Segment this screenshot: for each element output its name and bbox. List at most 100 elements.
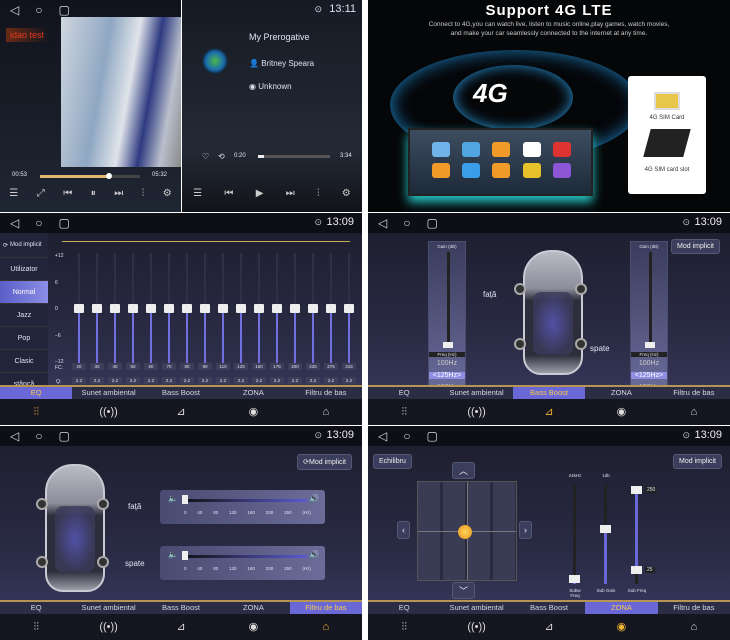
eq-slider-thumb[interactable] (200, 304, 210, 313)
front-filter-slider[interactable]: 🔈 🔊 0 40 80 120 160 200 250 (Hz) (160, 490, 325, 524)
preset-1[interactable]: Normal (0, 280, 48, 303)
eq-slider[interactable] (308, 253, 318, 365)
tab-eq[interactable]: EQ (368, 602, 440, 614)
eq-slider[interactable] (344, 253, 354, 365)
eq-slider[interactable] (110, 253, 120, 365)
tab-eq[interactable]: EQ (0, 602, 72, 614)
down-arrow-button[interactable]: ﹀ (452, 582, 476, 599)
zone-slider-track[interactable] (573, 484, 576, 584)
freq-option[interactable]: 100Hz (429, 360, 465, 367)
fullscreen-icon[interactable]: ⤢ (37, 188, 45, 199)
equalizer-icon[interactable]: ⫶⫶ (368, 399, 440, 425)
settings-icon[interactable]: ⚙ (163, 188, 172, 199)
menu-icon[interactable]: ☰ (193, 188, 202, 199)
surround-icon[interactable]: ((•)) (72, 614, 144, 640)
play-icon[interactable]: ▶ (256, 188, 264, 199)
rear-filter-slider[interactable]: 🔈 🔊 0 40 80 120 160 200 250 (Hz) (160, 546, 325, 580)
home-button[interactable]: ○ (35, 429, 42, 443)
back-button[interactable]: ◁ (10, 3, 19, 17)
home-button[interactable]: ○ (35, 216, 42, 230)
preset-3[interactable]: Pop (0, 326, 48, 349)
recents-button[interactable]: ▢ (426, 429, 437, 443)
tab-sunet-ambiental[interactable]: Sunet ambiental (440, 602, 512, 614)
reset-button[interactable]: ⟳Mod implicit (0, 233, 48, 257)
music-progress[interactable] (258, 155, 330, 158)
tab-eq[interactable]: EQ (0, 387, 73, 399)
bass-boost-icon[interactable]: ⊿ (145, 399, 217, 425)
pause-icon[interactable]: ⏸ (91, 188, 96, 199)
tab-sunet-ambiental[interactable]: Sunet ambiental (440, 387, 512, 399)
tab-bass-boost[interactable]: Bass Boost (512, 387, 586, 399)
zone-icon[interactable]: ◉ (217, 399, 289, 425)
freq-selected[interactable]: <125Hz> (429, 372, 465, 379)
bass-filter-icon[interactable]: ⌂ (658, 399, 730, 425)
next-icon[interactable]: ⏭ (286, 188, 295, 199)
tab-sunet-ambiental[interactable]: Sunet ambiental (72, 602, 144, 614)
eq-slider-thumb[interactable] (218, 304, 228, 313)
listening-position-handle[interactable] (458, 525, 472, 539)
tab-bass-boost[interactable]: Bass Boost (513, 602, 585, 614)
eq-slider[interactable] (74, 253, 84, 365)
back-button[interactable]: ◁ (378, 216, 387, 230)
zone-slider-thumb[interactable] (600, 525, 611, 533)
favorite-icon[interactable]: ♡ (202, 152, 209, 161)
surround-icon[interactable]: ((•)) (440, 399, 512, 425)
equalizer-icon[interactable]: ⫶ (317, 188, 320, 199)
tab-zona[interactable]: ZONA (217, 387, 289, 399)
back-button[interactable]: ◁ (10, 429, 19, 443)
tab-zona[interactable]: ZONA (217, 602, 289, 614)
eq-slider[interactable] (254, 253, 264, 365)
gain-thumb[interactable] (443, 342, 453, 348)
video-progress[interactable] (40, 173, 140, 179)
repeat-icon[interactable]: ⟲ (218, 152, 225, 161)
eq-slider[interactable] (290, 253, 300, 365)
slider-thumb[interactable] (182, 551, 188, 560)
eq-slider[interactable] (146, 253, 156, 365)
bass-boost-icon[interactable]: ⊿ (145, 614, 217, 640)
recents-button[interactable]: ▢ (58, 429, 69, 443)
eq-slider-thumb[interactable] (272, 304, 282, 313)
gain-thumb[interactable] (645, 342, 655, 348)
eq-slider[interactable] (236, 253, 246, 365)
tab-bass-boost[interactable]: Bass Boost (145, 602, 217, 614)
right-arrow-button[interactable]: › (519, 521, 532, 539)
zone-slider-thumb-high[interactable] (631, 486, 642, 494)
equalizer-icon[interactable]: ⫶⫶ (0, 399, 72, 425)
recents-button[interactable]: ▢ (58, 216, 69, 230)
eq-slider-thumb[interactable] (146, 304, 156, 313)
tab-zona[interactable]: ZONA (585, 602, 658, 614)
reset-button[interactable]: Mod implicit (673, 454, 722, 469)
eq-slider[interactable] (164, 253, 174, 365)
zone-icon[interactable]: ◉ (585, 399, 657, 425)
preset-0[interactable]: Utilizator (0, 257, 48, 280)
back-button[interactable]: ◁ (378, 429, 387, 443)
surround-icon[interactable]: ((•)) (72, 399, 144, 425)
recents-button[interactable]: ▢ (58, 3, 69, 17)
bass-filter-icon[interactable]: ⌂ (290, 614, 362, 640)
equalizer-icon[interactable]: ⫶ (142, 188, 145, 199)
home-button[interactable]: ○ (403, 429, 410, 443)
eq-slider[interactable] (326, 253, 336, 365)
back-button[interactable]: ◁ (10, 216, 19, 230)
tab-bass-boost[interactable]: Bass Boost (145, 387, 217, 399)
tab-zona[interactable]: ZONA (585, 387, 657, 399)
eq-slider[interactable] (128, 253, 138, 365)
eq-slider-thumb[interactable] (110, 304, 120, 313)
tab-filtru-de-bas[interactable]: Filtru de bas (289, 602, 362, 614)
slider-thumb[interactable] (182, 495, 188, 504)
freq-option[interactable]: 100Hz (631, 360, 667, 367)
eq-slider-thumb[interactable] (182, 304, 192, 313)
preset-4[interactable]: Clasic (0, 349, 48, 372)
balance-button[interactable]: Echilibru (373, 454, 412, 469)
eq-slider-thumb[interactable] (236, 304, 246, 313)
tab-filtru-de-bas[interactable]: Filtru de bas (658, 602, 730, 614)
zone-icon[interactable]: ◉ (585, 614, 657, 640)
surround-icon[interactable]: ((•)) (440, 614, 512, 640)
freq-selected[interactable]: <125Hz> (631, 372, 667, 379)
bass-boost-icon[interactable]: ⊿ (513, 399, 585, 425)
zone-slider-thumb-low[interactable] (631, 566, 642, 574)
eq-slider[interactable] (272, 253, 282, 365)
eq-slider[interactable] (218, 253, 228, 365)
eq-slider[interactable] (182, 253, 192, 365)
tab-filtru-de-bas[interactable]: Filtru de bas (658, 387, 730, 399)
